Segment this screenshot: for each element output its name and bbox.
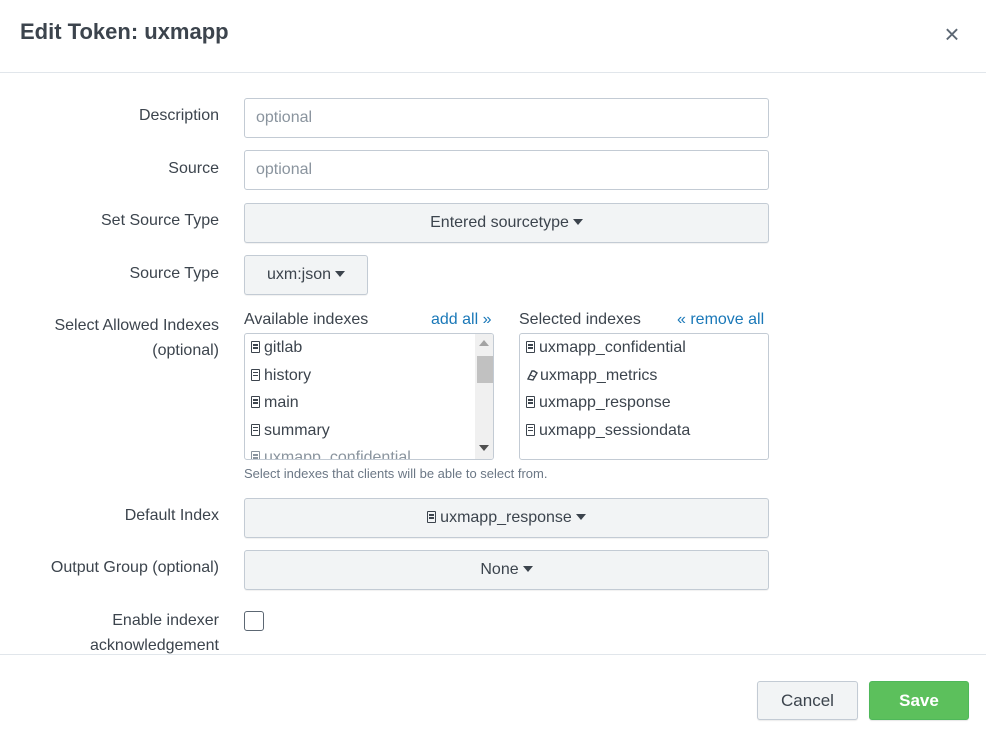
output-group-label: Output Group (optional) bbox=[50, 559, 219, 576]
allowed-indexes-help: Select indexes that clients will be able… bbox=[244, 466, 548, 481]
source-input[interactable] bbox=[244, 150, 769, 190]
list-item[interactable]: history bbox=[245, 362, 493, 390]
dialog-title: Edit Token: uxmapp bbox=[20, 19, 229, 44]
selected-indexes-list[interactable]: uxmapp_confidential uxmapp_metrics uxmap… bbox=[519, 333, 769, 460]
caret-down-icon bbox=[335, 270, 346, 277]
list-item[interactable]: summary bbox=[245, 417, 493, 445]
scroll-thumb[interactable] bbox=[477, 356, 493, 383]
default-index-dropdown[interactable]: uxmapp_response bbox=[244, 498, 769, 538]
index-icon bbox=[526, 341, 535, 353]
source-label: Source bbox=[168, 160, 219, 177]
index-icon bbox=[526, 423, 535, 436]
list-item[interactable]: uxmapp_metrics bbox=[520, 362, 768, 390]
remove-all-link[interactable]: « remove all bbox=[677, 310, 764, 330]
cancel-button[interactable]: Cancel bbox=[757, 681, 858, 720]
dialog-header: Edit Token: uxmapp × bbox=[0, 0, 986, 73]
output-group-dropdown[interactable]: None bbox=[244, 550, 769, 590]
description-label: Description bbox=[138, 107, 219, 124]
set-source-type-dropdown[interactable]: Entered sourcetype bbox=[244, 203, 769, 243]
scrollbar[interactable] bbox=[475, 334, 493, 459]
source-type-label: Source Type bbox=[129, 265, 219, 282]
scroll-down-icon[interactable] bbox=[479, 445, 489, 451]
list-item[interactable]: uxmapp_response bbox=[520, 389, 768, 417]
list-item[interactable]: uxmapp_confidential bbox=[520, 334, 768, 362]
description-input[interactable] bbox=[244, 98, 769, 138]
source-type-dropdown[interactable]: uxm:json bbox=[244, 255, 368, 295]
index-icon bbox=[427, 511, 437, 523]
indexer-ack-checkbox[interactable] bbox=[244, 611, 264, 631]
set-source-type-value: Entered sourcetype bbox=[430, 214, 569, 231]
allowed-indexes-label-suffix: (optional) bbox=[152, 342, 219, 359]
metrics-icon bbox=[526, 369, 538, 381]
index-icon bbox=[251, 368, 260, 381]
source-type-value: uxm:json bbox=[266, 266, 332, 283]
caret-down-icon bbox=[572, 218, 583, 225]
allowed-indexes-label: Select Allowed Indexes bbox=[54, 317, 219, 334]
list-item[interactable]: uxmapp_confidential bbox=[245, 444, 493, 459]
caret-down-icon bbox=[522, 565, 533, 572]
indexer-ack-label-line1: Enable indexer bbox=[112, 612, 219, 629]
set-source-type-label: Set Source Type bbox=[101, 212, 219, 229]
available-indexes-list[interactable]: gitlab history main summary uxmapp_confi… bbox=[244, 333, 494, 460]
list-item[interactable]: uxmapp_sessiondata bbox=[520, 417, 768, 445]
index-icon bbox=[251, 341, 260, 353]
save-button[interactable]: Save bbox=[869, 681, 969, 720]
scroll-up-icon[interactable] bbox=[479, 340, 489, 346]
index-icon bbox=[251, 451, 260, 459]
index-icon bbox=[526, 396, 535, 408]
index-icon bbox=[251, 423, 260, 436]
add-all-link[interactable]: add all » bbox=[431, 310, 492, 330]
close-icon[interactable]: × bbox=[938, 20, 966, 48]
output-group-value: None bbox=[480, 561, 519, 578]
list-item[interactable]: gitlab bbox=[245, 334, 493, 362]
list-item[interactable]: main bbox=[245, 389, 493, 417]
default-index-label: Default Index bbox=[124, 507, 219, 524]
available-indexes-heading: Available indexes bbox=[244, 311, 369, 328]
caret-down-icon bbox=[575, 513, 586, 520]
selected-indexes-heading: Selected indexes bbox=[519, 311, 641, 328]
default-index-value: uxmapp_response bbox=[440, 509, 572, 526]
index-icon bbox=[251, 396, 260, 408]
